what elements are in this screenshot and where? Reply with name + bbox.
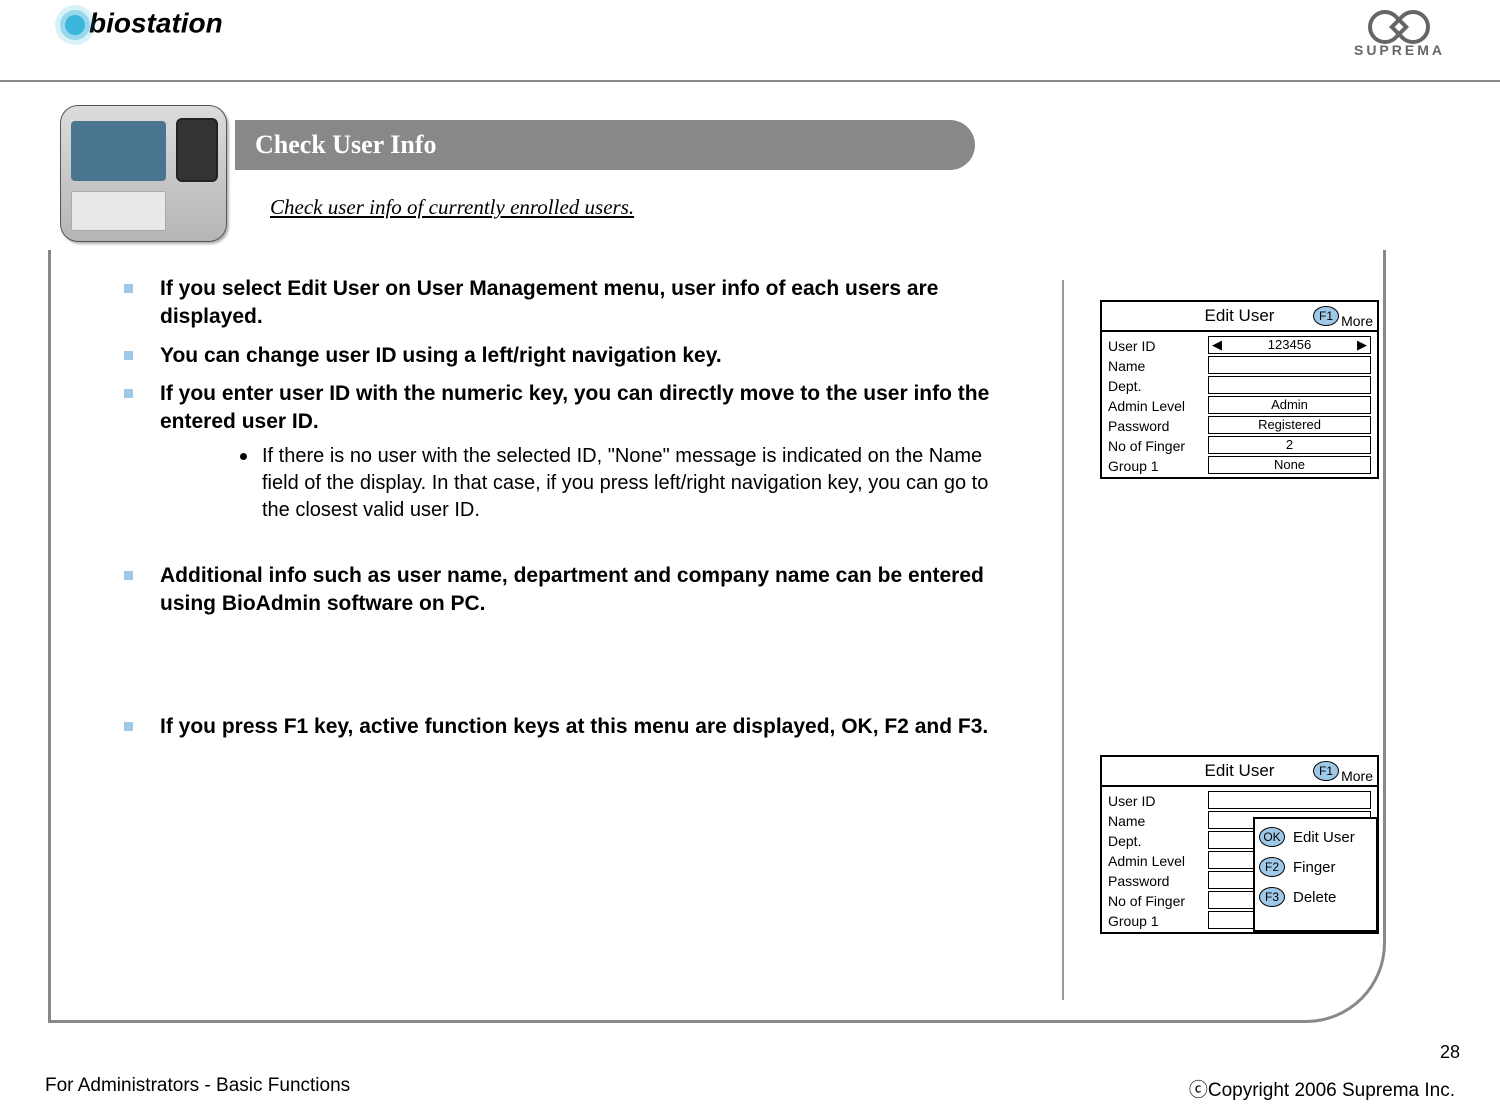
field-label: User ID [1108, 336, 1208, 356]
f3-label: Delete [1293, 889, 1336, 906]
field-label: Dept. [1108, 831, 1208, 851]
bullet-item: Additional info such as user name, depar… [100, 562, 1020, 619]
field-label: Admin Level [1108, 396, 1208, 416]
panel-title: Edit User [1205, 306, 1275, 325]
popup-row-f2[interactable]: F2 Finger [1259, 857, 1372, 877]
bullet-item: If you select Edit User on User Manageme… [100, 275, 1020, 332]
field-label: No of Finger [1108, 436, 1208, 456]
footer-left: For Administrators - Basic Functions [45, 1075, 350, 1102]
nav-right-icon[interactable]: ▶ [1357, 337, 1367, 353]
page-number: 28 [1440, 1042, 1460, 1063]
more-label: More [1341, 307, 1373, 335]
bullet-text: If you enter user ID with the numeric ke… [160, 382, 989, 433]
user-id-field[interactable]: ◀ 123456 ▶ [1208, 336, 1371, 354]
field-label: Password [1108, 416, 1208, 436]
panel-title: Edit User [1205, 761, 1275, 780]
f3-key-icon[interactable]: F3 [1259, 887, 1285, 907]
field-label: Password [1108, 871, 1208, 891]
f2-label: Finger [1293, 859, 1336, 876]
device-thumbnail [60, 105, 227, 242]
page-subtitle: Check user info of currently enrolled us… [270, 195, 634, 220]
ok-key-icon[interactable]: OK [1259, 827, 1285, 847]
field-label: Name [1108, 811, 1208, 831]
group1-field[interactable]: None [1208, 456, 1371, 474]
popup-row-f3[interactable]: F3 Delete [1259, 887, 1372, 907]
no-finger-field[interactable]: 2 [1208, 436, 1371, 454]
user-id-field[interactable] [1208, 791, 1371, 809]
field-label: No of Finger [1108, 891, 1208, 911]
dept-field[interactable] [1208, 376, 1371, 394]
bullet-item: If you press F1 key, active function key… [100, 713, 1020, 741]
function-key-popup: OK Edit User F2 Finger F3 Delete [1253, 817, 1378, 932]
infinity-icon [1368, 10, 1430, 40]
bullet-item: You can change user ID using a left/righ… [100, 342, 1020, 370]
f1-key-icon[interactable]: F1 [1313, 306, 1339, 326]
brand-logo-left: biostation [55, 5, 223, 45]
bullet-item: If you enter user ID with the numeric ke… [100, 380, 1020, 524]
vertical-divider [1062, 280, 1064, 1000]
edit-user-panel: Edit User F1 More User ID Name Dept. Adm… [1100, 300, 1379, 479]
field-label: Admin Level [1108, 851, 1208, 871]
page-title: Check User Info [235, 120, 975, 170]
name-field[interactable] [1208, 356, 1371, 374]
panel-header: Edit User F1 More [1102, 757, 1377, 787]
panel-header: Edit User F1 More [1102, 302, 1377, 332]
brand-logo-right: SUPREMA [1354, 10, 1445, 58]
ok-label: Edit User [1293, 829, 1355, 846]
sub-bullet-item: If there is no user with the selected ID… [240, 443, 1020, 524]
field-label: Dept. [1108, 376, 1208, 396]
brand-right-text: SUPREMA [1354, 42, 1445, 58]
password-field[interactable]: Registered [1208, 416, 1371, 434]
brand-left-text: biostation [89, 7, 223, 38]
footer-right: ⓒCopyright 2006 Suprema Inc. [1189, 1075, 1455, 1102]
field-label: Group 1 [1108, 456, 1208, 476]
f2-key-icon[interactable]: F2 [1259, 857, 1285, 877]
more-label: More [1341, 762, 1373, 790]
nav-left-icon[interactable]: ◀ [1212, 337, 1222, 353]
user-id-value: 123456 [1268, 337, 1311, 352]
field-label: Name [1108, 356, 1208, 376]
content-area: If you select Edit User on User Manageme… [100, 275, 1020, 752]
field-label: User ID [1108, 791, 1208, 811]
edit-user-panel-popup: Edit User F1 More User ID Name Dept. Adm… [1100, 755, 1379, 934]
field-label: Group 1 [1108, 911, 1208, 931]
popup-row-ok[interactable]: OK Edit User [1259, 827, 1372, 847]
f1-key-icon[interactable]: F1 [1313, 761, 1339, 781]
admin-level-field[interactable]: Admin [1208, 396, 1371, 414]
